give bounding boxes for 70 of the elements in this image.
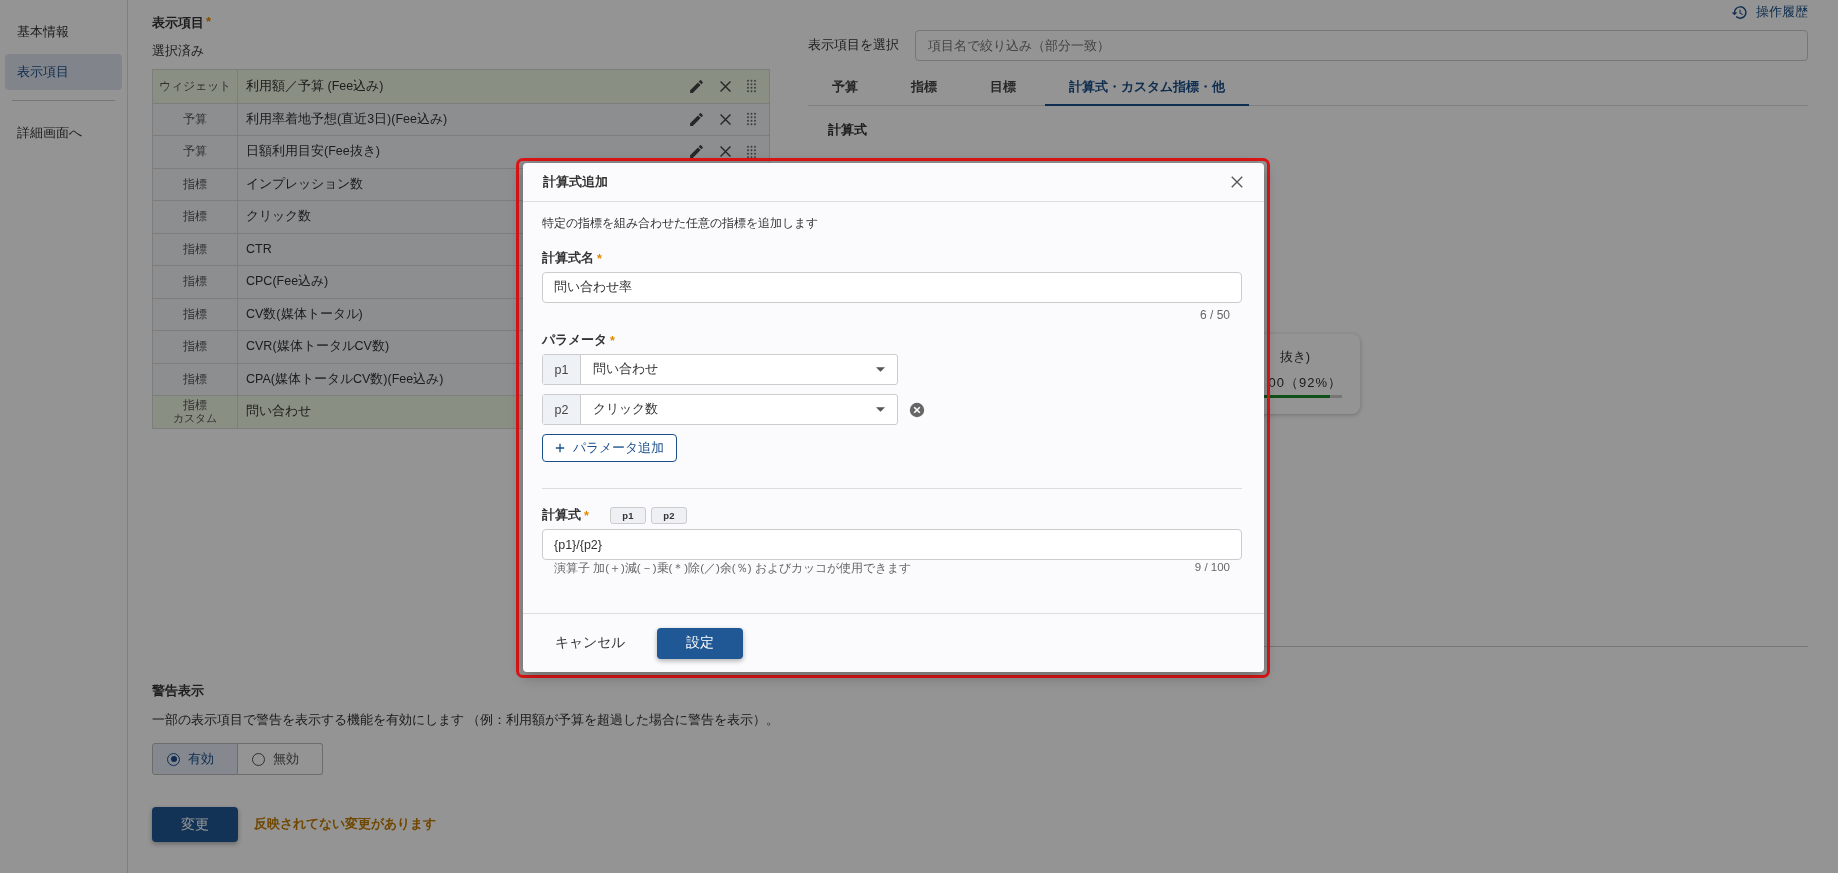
item-name: 利用額／予算 (Fee込み) <box>246 77 384 95</box>
table-row[interactable]: 予算 利用率着地予想(直近3日)(Fee込み) <box>153 102 769 135</box>
confirm-button[interactable]: 設定 <box>657 627 743 659</box>
formula-field[interactable]: {p1}/{p2} <box>542 529 1242 560</box>
submit-button[interactable]: 変更 <box>152 807 238 842</box>
required-mark: * <box>206 14 212 31</box>
table-row[interactable]: ウィジェット 利用額／予算 (Fee込み) <box>153 70 769 103</box>
sidebar-item[interactable]: 表示項目 <box>5 54 122 90</box>
name-field[interactable]: 問い合わせ率 <box>542 272 1242 303</box>
caret-icon <box>876 407 885 412</box>
edit-icon[interactable] <box>688 143 705 161</box>
add-parameter-button[interactable]: パラメータ追加 <box>542 434 677 462</box>
item-name: CVR(媒体トータルCV数) <box>246 338 390 356</box>
cancel-button[interactable]: キャンセル <box>543 626 637 660</box>
item-name: 利用率着地予想(直近3日)(Fee込み) <box>246 110 448 128</box>
history-link[interactable]: 操作履歴 <box>1731 4 1808 21</box>
panel-title: 計算式 <box>828 122 868 139</box>
item-name: インプレッション数 <box>246 175 363 193</box>
parameter-select[interactable]: p1 問い合わせ <box>542 354 898 385</box>
item-name: 日額利用目安(Fee抜き) <box>246 143 380 161</box>
type-cell: 予算 <box>153 136 238 168</box>
list-subtitle: 選択済み <box>152 43 205 60</box>
field-label: 計算式 <box>542 507 581 524</box>
field-label: パラメータ <box>542 332 607 349</box>
drag-handle-icon[interactable] <box>746 144 757 159</box>
card-title: 抜き) <box>1279 348 1310 366</box>
parameter-select[interactable]: p2 クリック数 <box>542 394 898 425</box>
tab[interactable]: 目標 <box>966 79 1040 105</box>
edit-icon[interactable] <box>688 77 705 95</box>
tab[interactable]: 指標 <box>887 79 961 105</box>
picker-label: 表示項目を選択 <box>808 37 899 54</box>
item-name: CV数(媒体トータル) <box>246 305 363 323</box>
type-cell: 指標 カスタム <box>153 396 238 428</box>
section-title: 表示項目 <box>152 14 204 32</box>
item-name: クリック数 <box>246 208 311 226</box>
item-name: 問い合わせ <box>246 403 311 421</box>
item-name: CPA(媒体トータルCV数)(Fee込み) <box>246 370 444 388</box>
item-name: CTR <box>246 242 272 257</box>
history-icon[interactable] <box>1731 4 1748 21</box>
field-label: 計算式名 <box>542 250 594 267</box>
caret-icon <box>876 367 885 372</box>
required-mark: * <box>610 333 615 348</box>
radio-option[interactable]: 有効 <box>152 743 238 775</box>
edit-icon[interactable] <box>688 110 705 128</box>
required-mark: * <box>584 508 589 523</box>
drag-handle-icon[interactable] <box>746 79 757 94</box>
parameter-chip[interactable]: p1 <box>609 507 646 524</box>
parameter-chip[interactable]: p2 <box>650 507 687 524</box>
type-cell: 指標 <box>153 266 238 298</box>
table-row[interactable]: 予算 日額利用目安(Fee抜き) <box>153 135 769 168</box>
tab[interactable]: 計算式・カスタム指標・他 <box>1045 79 1249 106</box>
sidebar-item[interactable]: 基本情報 <box>5 14 122 50</box>
type-cell: 指標 <box>153 201 238 233</box>
plus-icon <box>555 443 565 453</box>
unsaved-notice: 反映されてない変更があります <box>254 816 436 833</box>
drag-handle-icon[interactable] <box>746 112 757 127</box>
item-name: CPC(Fee込み) <box>246 273 329 291</box>
tab[interactable]: 予算 <box>808 79 882 105</box>
remove-icon[interactable] <box>909 401 925 418</box>
dialog-title: 計算式追加 <box>543 173 608 191</box>
sidebar-link[interactable]: 詳細画面へ <box>5 115 122 151</box>
type-cell: 指標 <box>153 331 238 363</box>
char-counter: 6 / 50 <box>1199 308 1230 322</box>
char-counter: 9 / 100 <box>1194 561 1230 575</box>
warning-title: 警告表示 <box>152 683 205 700</box>
field-hint: 演算子 加(＋)減(－)乗(＊)除(／)余(％) およびカッコが使用できます <box>554 561 911 576</box>
required-mark: * <box>597 251 602 266</box>
type-cell: ウィジェット <box>153 70 238 103</box>
radio-option[interactable]: 無効 <box>238 743 323 775</box>
warning-description: 一部の表示項目で警告を表示する機能を有効にします （例：利用額が予算を超過した場合に警告を表示）。 <box>152 712 781 729</box>
